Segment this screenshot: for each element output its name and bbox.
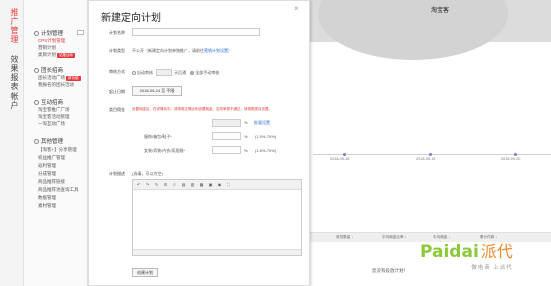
redo-icon[interactable]: ↷ — [145, 182, 150, 187]
submenu-item-marketing[interactable]: 营销计划 — [38, 45, 56, 51]
chart-point — [514, 153, 517, 156]
align-left-icon[interactable]: ▤ — [181, 182, 186, 187]
x-label: 2018-09-19 — [416, 157, 436, 161]
plan-type-label: 计划类型 — [109, 48, 125, 53]
submenu-item-yitao[interactable]: 一淘互动广场 — [38, 121, 65, 127]
chart-point — [343, 153, 346, 156]
x-label: 2018-09-18 — [330, 157, 350, 161]
submenu-item-share-split[interactable]: 分成管理 — [38, 171, 56, 177]
create-plan-button[interactable]: 创建计划 — [132, 268, 158, 277]
link-icon[interactable]: ◉ — [217, 182, 222, 187]
other-icon — [34, 139, 39, 144]
manual-review-radio[interactable] — [190, 71, 195, 75]
close-icon[interactable]: × — [294, 4, 299, 13]
submenu-item-link[interactable]: 商品推荐链接 — [38, 179, 65, 185]
x-label: 2018-09-20 — [501, 157, 521, 161]
image-icon[interactable]: ▣ — [208, 182, 213, 187]
commission-batch-input[interactable] — [212, 119, 241, 127]
header-ellipse — [318, 0, 508, 60]
plan-name-input[interactable] — [132, 28, 260, 36]
badge-new: 新功能 — [66, 76, 81, 81]
badge-promo: 站推活动 — [57, 53, 75, 58]
dialog-title: 新建定向计划 — [101, 13, 161, 24]
batch-set-link[interactable]: 批量设置 — [254, 120, 270, 126]
submenu-item-leader-square[interactable]: 团长活动广场 新功能 — [38, 75, 81, 81]
stat-header[interactable]: 收货数量 ↓ — [336, 235, 353, 240]
empty-message: 您没有投放计划！ — [372, 268, 408, 273]
commission-label: 类目佣金 — [109, 107, 125, 112]
section-leader[interactable]: 团长招商 — [34, 66, 63, 74]
category-1-range: (1.5%-70%) — [255, 134, 277, 139]
plan-type-text: 不公开（新建定向计划单独推广，请前往营销计划设置） — [132, 48, 232, 53]
fullscreen-icon[interactable]: ⛶ — [226, 182, 231, 187]
review-options: 自动审核 天后通 全部手动审核 — [132, 69, 219, 76]
new-plan-dialog: 新建定向计划 × 计划名称 计划类型 不公开（新建定向计划单独推广，请前往营销计… — [88, 0, 310, 286]
watermark-brand-en: Paidai — [420, 242, 479, 262]
shop-name: 淘宝客 — [431, 8, 450, 14]
description-editor[interactable]: ↶ ↷ ✎ ☰ ≡ ▤ ▥ ▦ ▣ ◉ ⛶ — [132, 179, 302, 256]
section-other[interactable]: 其他管理 — [34, 137, 63, 145]
review-days-input[interactable] — [156, 69, 173, 76]
section-interactive[interactable]: 互动招商 — [34, 98, 63, 106]
nav-tab-account[interactable]: 帐户 — [6, 92, 19, 110]
submenu-item-rights[interactable]: 权益推广管理 — [38, 155, 65, 161]
interactive-icon — [34, 100, 39, 105]
category-2-input[interactable] — [212, 146, 241, 154]
submenu-item-share[interactable]: 【淘客+】分享管理 — [38, 147, 77, 153]
submenu-item-material[interactable]: 素材管理 — [38, 203, 56, 209]
marketing-plan-link[interactable]: 营销计划设置 — [204, 48, 228, 53]
submenu-item-square[interactable]: 淘宝客推广广场 — [38, 107, 70, 113]
editor-toolbar: ↶ ↷ ✎ ☰ ≡ ▤ ▥ ▦ ▣ ◉ ⛶ — [133, 180, 301, 190]
leader-icon — [34, 68, 39, 73]
submenu-item-data[interactable]: 数据管理 — [38, 195, 56, 201]
watermark-slogan: 做电商 上派代 — [471, 265, 513, 271]
submenu: 计划管理 CPS计划管理 营销计划 类目计划 站推活动 团长招商 团长活动广场 新功… — [24, 0, 88, 286]
undo-icon[interactable]: ↶ — [136, 182, 141, 187]
submenu-item-pool[interactable]: 商品推荐池查询工具 — [38, 187, 79, 193]
align-right-icon[interactable]: ▦ — [199, 182, 204, 187]
review-label: 审核方式 — [109, 69, 125, 74]
submenu-item-cps[interactable]: CPS计划管理 — [38, 38, 65, 44]
section-plan-management[interactable]: 计划管理 — [34, 29, 63, 37]
category-2-label: 女装/男装/内衣/家居服* — [144, 148, 185, 153]
description-label: 计划描述 — [109, 171, 125, 176]
chart-point — [429, 153, 432, 156]
editor-statusbar — [133, 249, 301, 255]
submenu-item-my-leader[interactable]: 我报名的团长活动 — [38, 82, 74, 88]
submenu-item-activity[interactable]: 淘宝客活动管理 — [38, 114, 70, 120]
start-date-label: 起止日期 — [109, 89, 125, 94]
nav-tab-reports[interactable]: 效果报表 — [6, 55, 19, 91]
left-nav: 推广管理 效果报表 帐户 — [0, 0, 24, 286]
nav-tab-promotion[interactable]: 推广管理 — [6, 8, 19, 44]
pct-sign: % — [244, 120, 248, 125]
category-1-input[interactable] — [212, 132, 241, 140]
category-1-label: 服饰/箱包/鞋子* — [144, 134, 172, 139]
plan-name-label: 计划名称 — [109, 30, 125, 35]
auto-review-radio[interactable] — [132, 71, 136, 75]
watermark-logo: Paidai 派代 做电商 上派代 — [420, 238, 513, 271]
watermark-brand-cn: 派代 — [480, 244, 513, 261]
commission-notice: 设置佣金后，在详情页中，请按照正确比例设置佣金，否则审核不通过，请按照类目设置。 — [132, 107, 272, 111]
category-2-range: (1.5%-70%) — [255, 148, 277, 153]
ordered-list-icon[interactable]: ≡ — [172, 182, 177, 187]
date-range-picker[interactable]: 2018-09-24 至 不限 — [132, 86, 182, 96]
stat-header[interactable]: 平均佣金比率 ↓ — [382, 235, 406, 240]
list-icon[interactable]: ☰ — [163, 182, 168, 187]
clear-format-icon[interactable]: ✎ — [154, 182, 159, 187]
submenu-item-category[interactable]: 类目计划 站推活动 — [38, 52, 75, 58]
pct-sign: % — [244, 134, 248, 139]
align-center-icon[interactable]: ▥ — [190, 182, 195, 187]
pct-sign: % — [244, 148, 248, 153]
plan-icon — [34, 31, 39, 36]
description-hint: (选填，可以为空) — [132, 171, 163, 176]
collapse-button[interactable] — [77, 30, 84, 35]
submenu-item-rebate[interactable]: 返利管理 — [38, 163, 56, 169]
